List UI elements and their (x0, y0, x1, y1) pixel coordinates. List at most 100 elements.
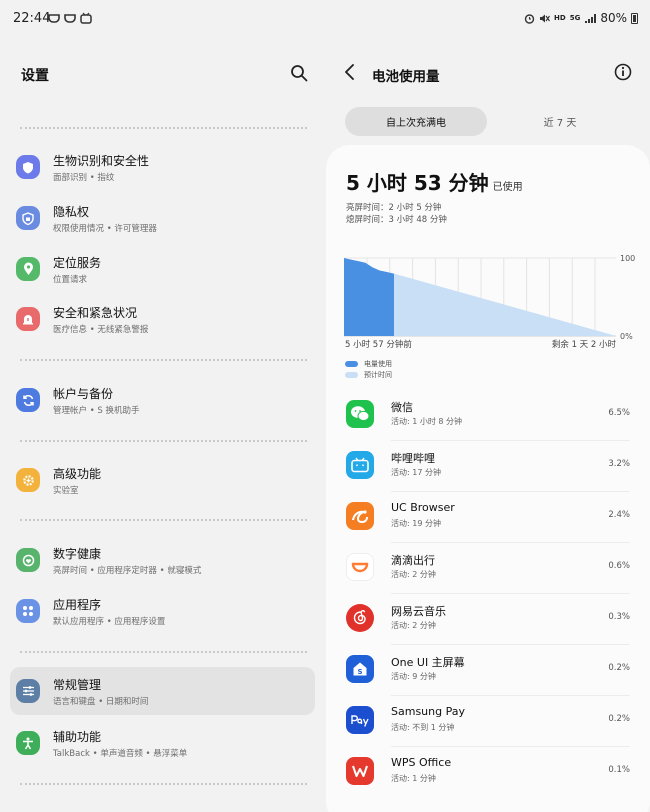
settings-item-general-management[interactable]: 常规管理 语言和键盘 • 日期和时间 (10, 667, 315, 715)
legend-swatch-used (345, 361, 358, 367)
gear-plus-icon (16, 468, 40, 492)
chart-ytick-label: 0% (620, 332, 633, 341)
chart-series-predicted-area (394, 273, 616, 336)
5g-label: 5G (569, 14, 581, 22)
settings-item-subtitle: 亮屏时间 • 应用程序定时器 • 就寝模式 (53, 566, 202, 576)
bilibili-notification-icon (80, 12, 92, 24)
settings-item-title: 辅助功能 (53, 730, 102, 744)
app-row-netease-music[interactable]: 网易云音乐 活动: 2 分钟 0.3% (326, 594, 650, 645)
wellbeing-icon (16, 548, 40, 572)
app-active-time: 活动: 2 分钟 (391, 570, 436, 579)
chart-end-label: 剩余 1 天 2 小时 (551, 340, 616, 350)
app-percent: 0.2% (608, 714, 630, 724)
apps-grid-icon (16, 599, 40, 623)
app-active-time: 活动: 19 分钟 (391, 519, 441, 528)
app-row-wechat[interactable]: 微信 活动: 1 小时 8 分钟 6.5% (326, 390, 650, 441)
chart-series-used-area (344, 258, 394, 336)
settings-item-accounts-backup[interactable]: 帐户与备份 管理帐户 • S 换机助手 (10, 376, 315, 424)
settings-item-accessibility[interactable]: 辅助功能 TalkBack • 单声道音频 • 悬浮菜单 (10, 719, 315, 767)
app-row-samsung-pay[interactable]: Samsung Pay 活动: 不到 1 分钟 0.2% (326, 696, 650, 747)
divider (20, 519, 307, 521)
settings-item-subtitle: 实验室 (53, 486, 79, 496)
app-name: 滴滴出行 (391, 554, 435, 567)
settings-item-subtitle: 医疗信息 • 无线紧急警报 (53, 325, 149, 335)
settings-item-apps[interactable]: 应用程序 默认应用程序 • 应用程序设置 (10, 587, 315, 635)
app-name: UC Browser (391, 501, 455, 514)
chart-ytick-label: 100 (620, 254, 635, 263)
settings-item-subtitle: 面部识别 • 指纹 (53, 173, 115, 183)
settings-item-subtitle: 默认应用程序 • 应用程序设置 (53, 617, 166, 627)
tab-since-full-charge[interactable]: 自上次充满电 (345, 107, 487, 136)
app-active-time: 活动: 9 分钟 (391, 672, 436, 681)
chart-start-label: 5 小时 57 分钟前 (345, 340, 412, 350)
mute-icon (540, 14, 550, 22)
samsung-pay-icon (346, 706, 374, 734)
settings-item-title: 定位服务 (53, 256, 102, 270)
app-active-time: 活动: 1 分钟 (391, 774, 436, 783)
app-active-time: 活动: 17 分钟 (391, 468, 441, 477)
status-bar: 22:44 HD 5G 80% (0, 0, 650, 38)
app-percent: 2.4% (608, 510, 630, 520)
app-row-didi[interactable]: 滴滴出行 活动: 2 分钟 0.6% (326, 543, 650, 594)
settings-item-subtitle: 管理帐户 • S 换机助手 (53, 406, 140, 416)
total-usage-time: 5 小时 53 分钟 (346, 171, 489, 195)
divider (20, 651, 307, 653)
app-percent: 3.2% (608, 459, 630, 469)
hd-label: HD (554, 14, 566, 22)
battery-percent: 80% (600, 11, 627, 25)
accessibility-icon (16, 731, 40, 755)
status-right: HD 5G 80% (524, 11, 638, 25)
total-usage-suffix: 已使用 (492, 182, 523, 193)
total-usage: 5 小时 53 分钟 已使用 (346, 167, 523, 196)
privacy-shield-icon (16, 206, 40, 230)
settings-item-biometrics[interactable]: 生物识别和安全性 面部识别 • 指纹 (10, 143, 315, 191)
settings-item-title: 隐私权 (53, 205, 90, 219)
app-percent: 0.2% (608, 663, 630, 673)
settings-item-title: 帐户与备份 (53, 387, 114, 401)
settings-item-title: 生物识别和安全性 (53, 154, 150, 168)
app-row-uc-browser[interactable]: UC Browser 活动: 19 分钟 2.4% (326, 492, 650, 543)
status-time: 22:44 (13, 11, 51, 26)
settings-item-emergency[interactable]: 安全和紧急状况 医疗信息 • 无线紧急警报 (10, 295, 315, 343)
tab-last-7-days[interactable]: 近 7 天 (515, 107, 605, 136)
app-percent: 6.5% (608, 408, 630, 418)
screen-off-time: 熄屏时间：3 小时 48 分钟 (346, 215, 447, 225)
wechat-icon (346, 400, 374, 428)
shield-icon (16, 155, 40, 179)
sliders-icon (16, 679, 40, 703)
battery-title: 电池使用量 (372, 69, 440, 85)
mask-icon (64, 14, 76, 23)
divider (20, 440, 307, 442)
app-percent: 0.6% (608, 561, 630, 571)
divider (20, 359, 307, 361)
settings-item-subtitle: 权限使用情况 • 许可管理器 (53, 224, 157, 234)
settings-item-advanced-features[interactable]: 高级功能 实验室 (10, 456, 315, 504)
app-row-wps-office[interactable]: WPS Office 活动: 1 分钟 0.1% (326, 747, 650, 798)
emergency-icon (16, 307, 40, 331)
settings-item-privacy[interactable]: 隐私权 权限使用情况 • 许可管理器 (10, 194, 315, 242)
bilibili-icon (346, 451, 374, 479)
app-name: 哔哩哔哩 (391, 452, 435, 465)
divider (20, 783, 307, 785)
settings-item-title: 常规管理 (53, 678, 102, 692)
oneui-home-icon: S (346, 655, 374, 683)
settings-item-subtitle: 位置请求 (53, 275, 88, 285)
search-icon[interactable] (290, 64, 308, 82)
app-name: 网易云音乐 (391, 605, 446, 618)
settings-item-location[interactable]: 定位服务 位置请求 (10, 245, 315, 293)
app-row-oneui-home[interactable]: S One UI 主屏幕 活动: 9 分钟 0.2% (326, 645, 650, 696)
info-icon[interactable] (614, 63, 632, 81)
alarm-icon (524, 13, 535, 24)
app-active-time: 活动: 2 分钟 (391, 621, 436, 630)
location-pin-icon (16, 257, 40, 281)
settings-item-subtitle: TalkBack • 单声道音频 • 悬浮菜单 (53, 749, 188, 759)
app-row-bilibili[interactable]: 哔哩哔哩 活动: 17 分钟 3.2% (326, 441, 650, 492)
app-active-time: 活动: 不到 1 分钟 (391, 723, 455, 732)
back-icon[interactable] (343, 63, 357, 81)
didi-icon (346, 553, 374, 581)
netease-music-icon (346, 604, 374, 632)
settings-item-title: 应用程序 (53, 598, 102, 612)
divider (20, 127, 307, 129)
mask-icon (48, 14, 60, 23)
settings-item-digital-wellbeing[interactable]: 数字健康 亮屏时间 • 应用程序定时器 • 就寝模式 (10, 536, 315, 584)
